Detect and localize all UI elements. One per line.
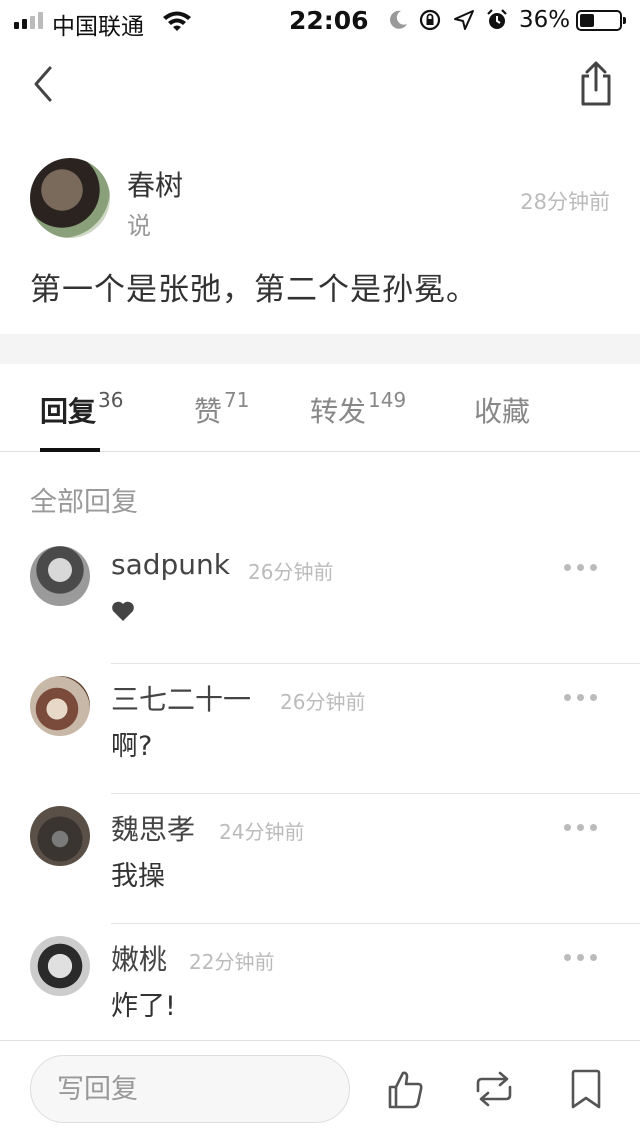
reply-timestamp: 26分钟前 — [280, 690, 366, 714]
tab-likes[interactable]: 赞 71 — [194, 388, 250, 430]
reply-author[interactable]: 嫩桃 — [111, 938, 167, 978]
section-divider — [0, 334, 640, 364]
clock: 22:06 — [289, 6, 369, 35]
reply-timestamp: 22分钟前 — [189, 950, 275, 974]
section-label: 全部回复 — [30, 487, 138, 518]
heart-icon — [112, 601, 134, 621]
tab-label: 回复 — [40, 395, 97, 428]
avatar[interactable] — [30, 936, 90, 996]
alarm-icon — [487, 9, 507, 29]
status-bar: 中国联通 22:06 36% — [0, 0, 640, 40]
post-author[interactable]: 春树 — [127, 164, 183, 204]
reply-content: 啊? — [111, 731, 153, 762]
tab-reposts[interactable]: 转发 149 — [310, 388, 407, 430]
reply-timestamp: 26分钟前 — [248, 560, 334, 584]
bottom-toolbar — [0, 1040, 640, 1136]
signal-icon — [14, 11, 48, 29]
more-options-icon[interactable] — [562, 952, 598, 964]
reply-item[interactable]: sadpunk 26分钟前 — [0, 534, 640, 664]
repost-icon[interactable] — [472, 1067, 516, 1111]
battery-percentage: 36% — [519, 7, 571, 33]
battery-tip — [623, 17, 626, 24]
orientation-lock-icon — [419, 9, 441, 31]
tab-bar: 回复 36 赞 71 转发 149 收藏 — [0, 364, 640, 452]
location-icon — [454, 10, 474, 30]
avatar[interactable] — [30, 676, 90, 736]
reply-content: 炸了! — [111, 991, 176, 1022]
tab-count: 149 — [368, 388, 407, 412]
post-content: 第一个是张弛，第二个是孙冕。 — [30, 272, 478, 308]
avatar[interactable] — [30, 806, 90, 866]
reply-timestamp: 24分钟前 — [219, 820, 305, 844]
moon-icon — [390, 10, 407, 29]
post-verb: 说 — [127, 212, 151, 240]
tab-label: 转发 — [310, 395, 367, 428]
post-timestamp: 28分钟前 — [520, 190, 610, 214]
active-tab-indicator — [40, 448, 100, 452]
more-options-icon[interactable] — [562, 562, 598, 574]
reply-author[interactable]: sadpunk — [111, 548, 230, 581]
reply-item[interactable]: 魏思孝 24分钟前 我操 — [0, 794, 640, 924]
reply-author[interactable]: 三七二十一 — [111, 678, 251, 718]
reply-item[interactable]: 三七二十一 26分钟前 啊? — [0, 664, 640, 794]
bookmark-icon[interactable] — [564, 1067, 608, 1111]
more-options-icon[interactable] — [562, 822, 598, 834]
thumbs-up-icon[interactable] — [382, 1067, 426, 1111]
author-avatar[interactable] — [30, 158, 110, 238]
more-options-icon[interactable] — [562, 692, 598, 704]
reply-content: 我操 — [111, 861, 165, 892]
tab-favorites[interactable]: 收藏 — [474, 390, 530, 430]
reply-author[interactable]: 魏思孝 — [111, 808, 195, 848]
carrier-name: 中国联通 — [52, 14, 144, 40]
tab-label: 收藏 — [474, 395, 531, 428]
tab-replies[interactable]: 回复 36 — [40, 388, 124, 430]
tab-label: 赞 — [194, 395, 223, 428]
reply-input[interactable] — [30, 1055, 350, 1123]
battery-icon — [576, 10, 622, 31]
wifi-icon — [163, 11, 191, 31]
avatar[interactable] — [30, 546, 90, 606]
tab-count: 36 — [98, 388, 124, 412]
tab-count: 71 — [224, 388, 250, 412]
reply-item[interactable]: 嫩桃 22分钟前 炸了! — [0, 924, 640, 1054]
chevron-left-icon[interactable] — [26, 62, 62, 106]
share-icon[interactable] — [572, 58, 620, 110]
